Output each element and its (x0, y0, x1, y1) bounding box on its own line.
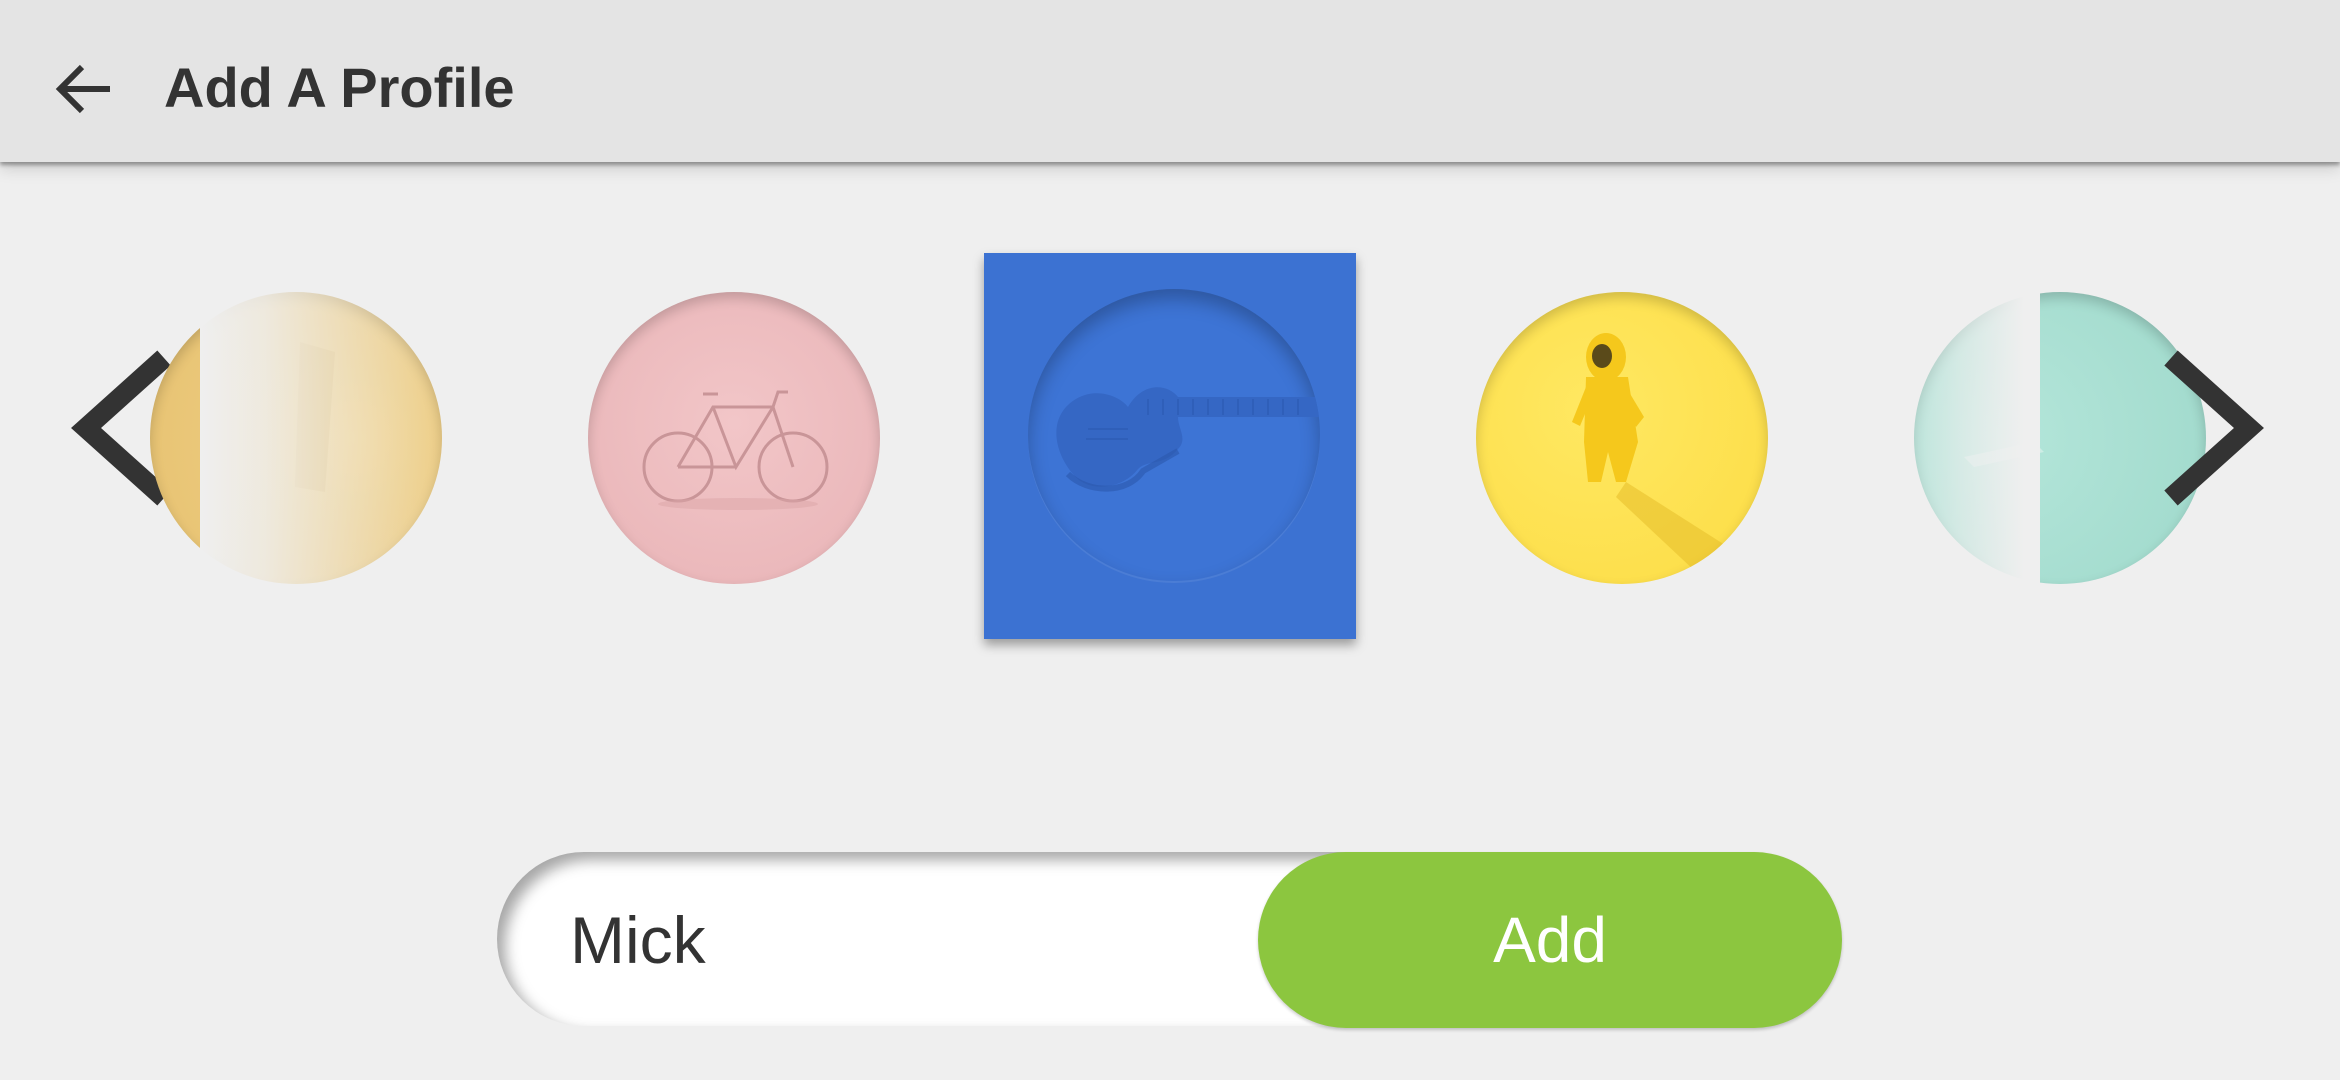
back-button[interactable] (48, 52, 118, 122)
avatar-option-guitar-selected[interactable] (984, 253, 1356, 639)
chevron-right-icon (2164, 350, 2264, 506)
profile-name-input[interactable] (570, 900, 1210, 980)
object-icon (295, 342, 335, 492)
guitar-avatar-circle (1028, 289, 1320, 581)
hazmat-suit-icon (1572, 333, 1736, 572)
page-title: Add A Profile (164, 56, 515, 119)
avatar-option-partial-left[interactable] (150, 292, 442, 584)
carousel-next-button[interactable] (2155, 340, 2275, 520)
add-profile-button[interactable]: Add (1258, 852, 1842, 1028)
app-bar: Add A Profile (0, 0, 2340, 162)
arrow-back-icon (55, 64, 110, 114)
avatar-option-hazmat-suit[interactable] (1476, 292, 1768, 584)
guitar-icon (1056, 387, 1320, 492)
bicycle-icon (642, 390, 829, 510)
avatar-option-bicycle[interactable] (588, 292, 880, 584)
